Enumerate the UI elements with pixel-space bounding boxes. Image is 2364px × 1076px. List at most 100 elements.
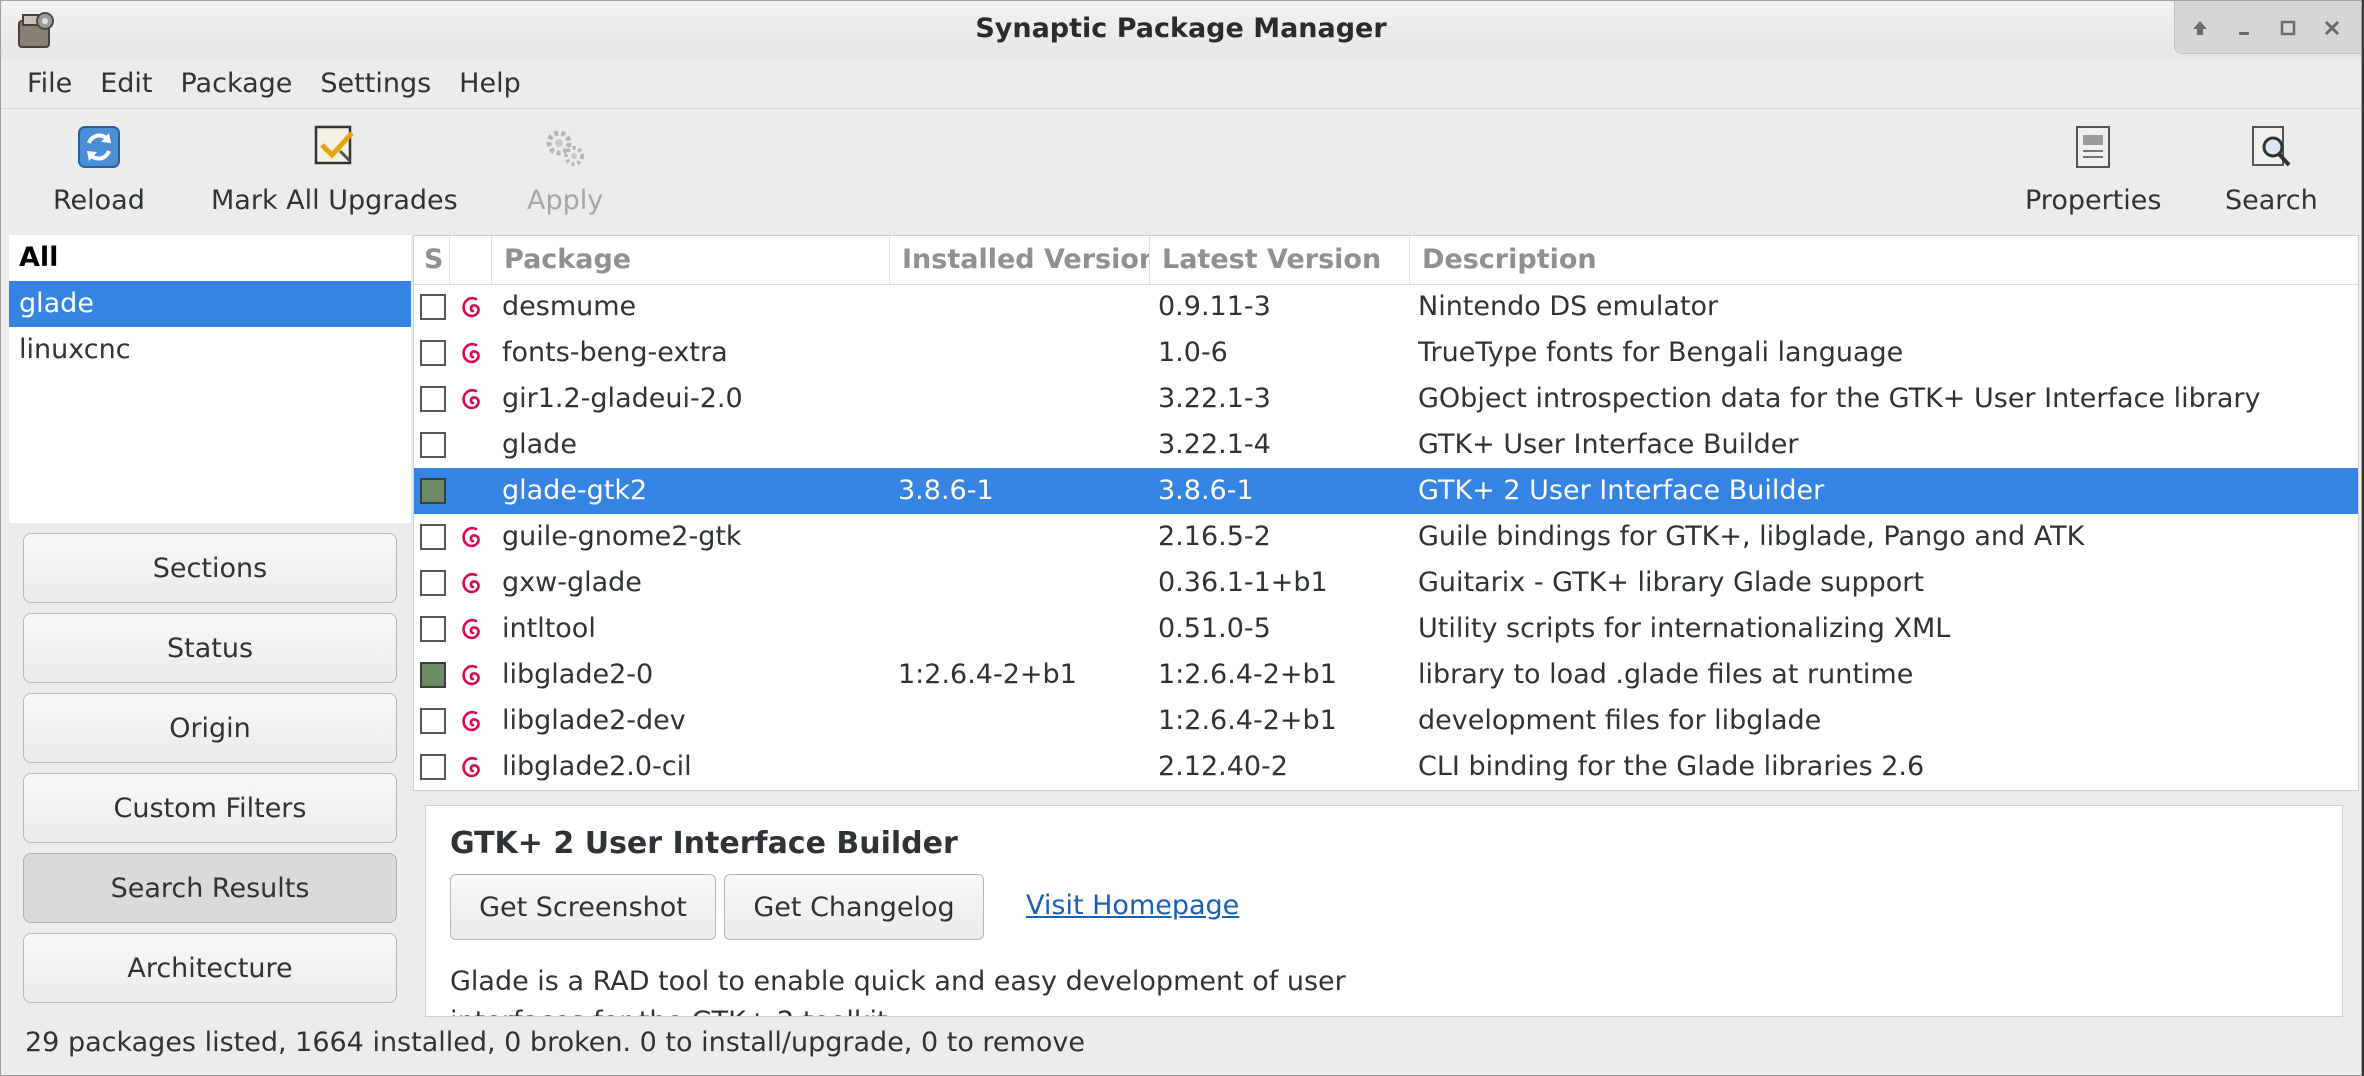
window-controls [2174,1,2361,54]
debian-swirl-icon [462,757,480,778]
package-name: guile-gnome2-gtk [502,521,742,552]
debian-swirl-icon [462,527,480,548]
package-latest-version: 2.16.5-2 [1158,521,1271,552]
filter-list-header[interactable]: All [9,235,411,281]
package-installed-version [898,422,1148,468]
package-latest-version: 3.8.6-1 [1158,475,1254,506]
package-status-checkbox[interactable] [420,708,446,734]
package-status-checkbox[interactable] [420,754,446,780]
package-row[interactable]: intltool 0.51.0-5 Utility scripts for inte… [414,606,2358,652]
package-latest-version: 0.9.11-3 [1158,291,1271,322]
architecture-button[interactable]: Architecture [23,933,397,1003]
package-row[interactable]: gir1.2-gladeui-2.0 3.22.1-3 GObject intros… [414,376,2358,422]
package-description: CLI binding for the Glade libraries 2.6 [1418,751,1925,782]
menu-edit[interactable]: Edit [86,68,166,99]
package-installed-version [898,698,1148,744]
package-row[interactable]: guile-gnome2-gtk 2.16.5-2 Guile bindings f… [414,514,2358,560]
package-status-checkbox[interactable] [420,570,446,596]
sections-button[interactable]: Sections [23,533,397,603]
apply-label: Apply [527,185,604,216]
package-installed-version [898,376,1148,422]
column-header-package[interactable]: Package [492,236,890,284]
package-description: Guile bindings for GTK+, libglade, Pango… [1418,521,2085,552]
properties-button[interactable]: Properties [2025,123,2161,216]
filter-item-linuxcnc[interactable]: linuxcnc [9,327,411,373]
menu-settings[interactable]: Settings [306,68,445,99]
column-header-installed-version[interactable]: Installed Version [890,236,1150,284]
package-latest-version: 3.22.1-4 [1158,429,1271,460]
status-button[interactable]: Status [23,613,397,683]
debian-swirl-icon [462,619,480,640]
package-row[interactable]: gxw-glade 0.36.1-1+b1 Guitarix - GTK+ libr… [414,560,2358,606]
package-description: Nintendo DS emulator [1418,291,1719,322]
package-latest-version: 2.12.40-2 [1158,751,1288,782]
toolbar: Reload Mark All Upgrades Apply Propertie… [1,108,2361,233]
package-status-checkbox[interactable] [420,478,446,504]
column-header-support[interactable] [450,236,492,284]
package-installed-version [898,284,1148,330]
minimize-icon[interactable] [2227,11,2261,45]
menu-package[interactable]: Package [166,68,306,99]
package-row[interactable]: libglade2.0-cil 2.12.40-2 CLI binding for … [414,744,2358,790]
debian-swirl-icon [462,343,480,364]
package-status-checkbox[interactable] [420,432,446,458]
keep-above-icon[interactable] [2183,11,2217,45]
package-status-checkbox[interactable] [420,616,446,642]
package-description: GTK+ User Interface Builder [1418,429,1799,460]
package-name: fonts-beng-extra [502,337,728,368]
menu-help[interactable]: Help [445,68,535,99]
apply-button[interactable]: Apply [527,123,603,216]
search-results-button[interactable]: Search Results [23,853,397,923]
title-bar[interactable]: Synaptic Package Manager [1,1,2361,59]
debian-swirl-icon [462,389,480,410]
custom-filters-button[interactable]: Custom Filters [23,773,397,843]
package-row[interactable]: libglade2-0 1:2.6.4-2+b1 1:2.6.4-2+b1 libra… [414,652,2358,698]
package-status-checkbox[interactable] [420,662,446,688]
debian-swirl-icon [462,665,480,686]
close-icon[interactable] [2315,11,2349,45]
package-row[interactable]: desmume 0.9.11-3 Nintendo DS emulator [414,284,2358,330]
get-changelog-button[interactable]: Get Changelog [724,874,984,940]
filter-item-glade[interactable]: glade [9,281,411,327]
package-name: gir1.2-gladeui-2.0 [502,383,743,414]
package-description: GObject introspection data for the GTK+ … [1418,383,2261,414]
package-installed-version [898,606,1148,652]
column-header-description[interactable]: Description [1410,236,2358,284]
column-header-latest-version[interactable]: Latest Version [1150,236,1410,284]
package-description: development files for libglade [1418,705,1822,736]
package-row[interactable]: glade-gtk2 3.8.6-1 3.8.6-1 GTK+ 2 User Inte… [414,468,2358,514]
package-installed-version [898,560,1148,606]
get-screenshot-button[interactable]: Get Screenshot [450,874,716,940]
window-title: Synaptic Package Manager [975,13,1387,44]
debian-swirl-icon [462,573,480,594]
package-row[interactable]: fonts-beng-extra 1.0-6 TrueType fonts for … [414,330,2358,376]
menu-bar: File Edit Package Settings Help [1,59,2361,107]
search-button[interactable]: Search [2225,123,2318,216]
mark-all-upgrades-button[interactable]: Mark All Upgrades [211,123,458,216]
synaptic-window: Synaptic Package Manager File Edit Packa… [0,0,2362,1076]
menu-file[interactable]: File [1,68,86,99]
column-header-status[interactable]: S [414,236,450,284]
package-description: Guitarix - GTK+ library Glade support [1418,567,1924,598]
search-label: Search [2225,185,2318,216]
properties-icon [2069,123,2117,171]
package-status-checkbox[interactable] [420,524,446,550]
package-installed-version [898,330,1148,376]
left-panel: All glade linuxcnc Sections Status Origi… [9,235,411,1021]
package-row[interactable]: glade 3.22.1-4 GTK+ User Interface Builder [414,422,2358,468]
package-status-checkbox[interactable] [420,340,446,366]
package-description: TrueType fonts for Bengali language [1418,337,1904,368]
properties-label: Properties [2025,185,2162,216]
package-row[interactable]: libglade2-dev 1:2.6.4-2+b1 development fil… [414,698,2358,744]
search-icon [2247,123,2295,171]
package-installed-version: 3.8.6-1 [898,475,994,506]
maximize-icon[interactable] [2271,11,2305,45]
package-description: library to load .glade files at runtime [1418,659,1914,690]
origin-button[interactable]: Origin [23,693,397,763]
package-status-checkbox[interactable] [420,294,446,320]
package-name: libglade2.0-cil [502,751,692,782]
reload-label: Reload [53,185,145,216]
package-status-checkbox[interactable] [420,386,446,412]
visit-homepage-link[interactable]: Visit Homepage [1026,890,1239,921]
reload-button[interactable]: Reload [53,123,145,216]
